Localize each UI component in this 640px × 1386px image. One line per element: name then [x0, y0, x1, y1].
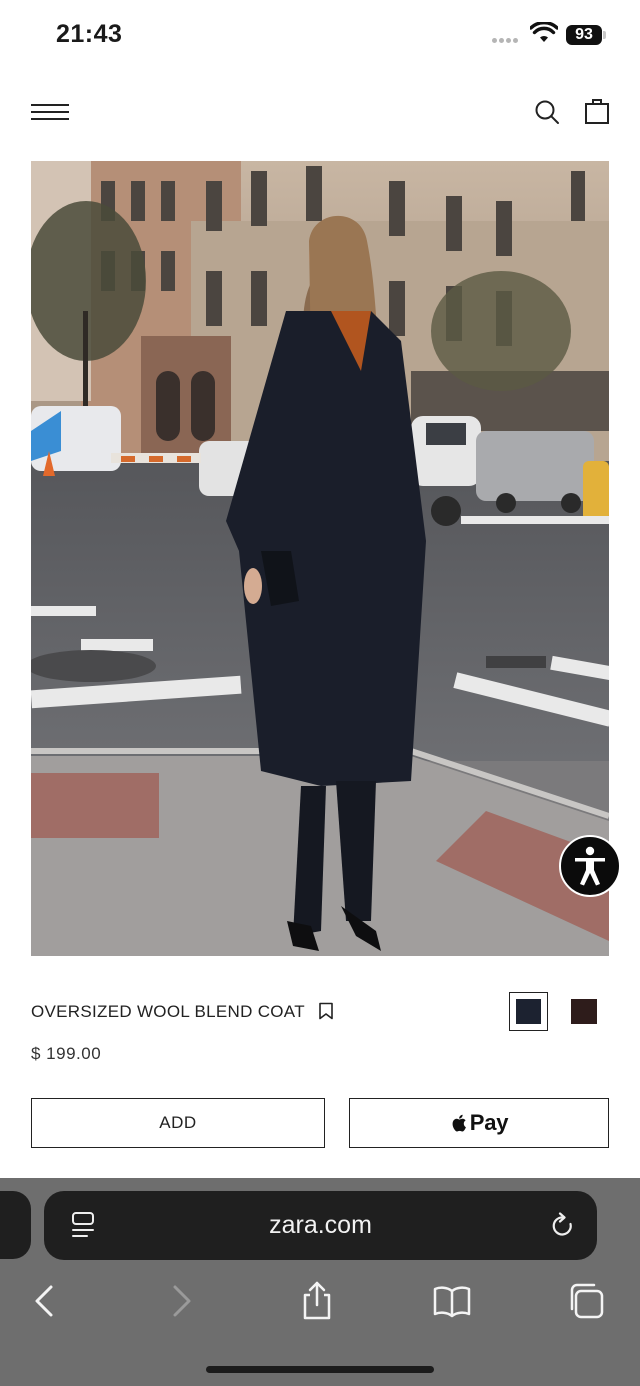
- wifi-icon: [530, 22, 558, 42]
- color-swatch-navy-fill: [516, 999, 541, 1024]
- share-icon[interactable]: [297, 1281, 337, 1321]
- tabs-icon[interactable]: [566, 1281, 606, 1321]
- product-image[interactable]: [31, 161, 609, 956]
- accessibility-icon: [575, 846, 605, 886]
- status-bar: 21:43 93: [0, 0, 640, 70]
- menu-icon[interactable]: [31, 101, 69, 123]
- add-to-cart-button[interactable]: ADD: [31, 1098, 325, 1148]
- color-swatch-navy[interactable]: [509, 992, 548, 1031]
- apple-logo-icon: [452, 1114, 466, 1132]
- url-text: zara.com: [269, 1211, 372, 1239]
- previous-tab-peek[interactable]: [0, 1191, 31, 1259]
- product-name: OVERSIZED WOOL BLEND COAT: [31, 1002, 305, 1021]
- browser-toolbar: zara.com: [0, 1178, 640, 1386]
- battery-tip: [603, 31, 606, 39]
- accessibility-button[interactable]: [559, 835, 621, 897]
- battery-indicator: 93: [566, 25, 602, 45]
- cellular-signal-icon: [492, 38, 522, 44]
- product-price: $ 199.00: [31, 1044, 102, 1063]
- apple-pay-label: Pay: [469, 1110, 509, 1135]
- back-icon[interactable]: [24, 1281, 64, 1321]
- bookmark-icon[interactable]: [318, 1002, 334, 1020]
- bag-icon[interactable]: [584, 97, 610, 125]
- search-icon[interactable]: [533, 98, 561, 126]
- home-indicator: [206, 1366, 434, 1373]
- status-time: 21:43: [56, 20, 123, 48]
- bookmarks-icon[interactable]: [432, 1281, 472, 1321]
- add-button-label: ADD: [159, 1113, 197, 1132]
- reload-icon[interactable]: [550, 1212, 576, 1240]
- address-bar[interactable]: zara.com: [44, 1191, 597, 1260]
- color-swatch-brown[interactable]: [571, 999, 597, 1024]
- product-photo: [31, 161, 609, 956]
- apple-pay-button[interactable]: Pay: [349, 1098, 609, 1148]
- forward-icon[interactable]: [162, 1281, 202, 1321]
